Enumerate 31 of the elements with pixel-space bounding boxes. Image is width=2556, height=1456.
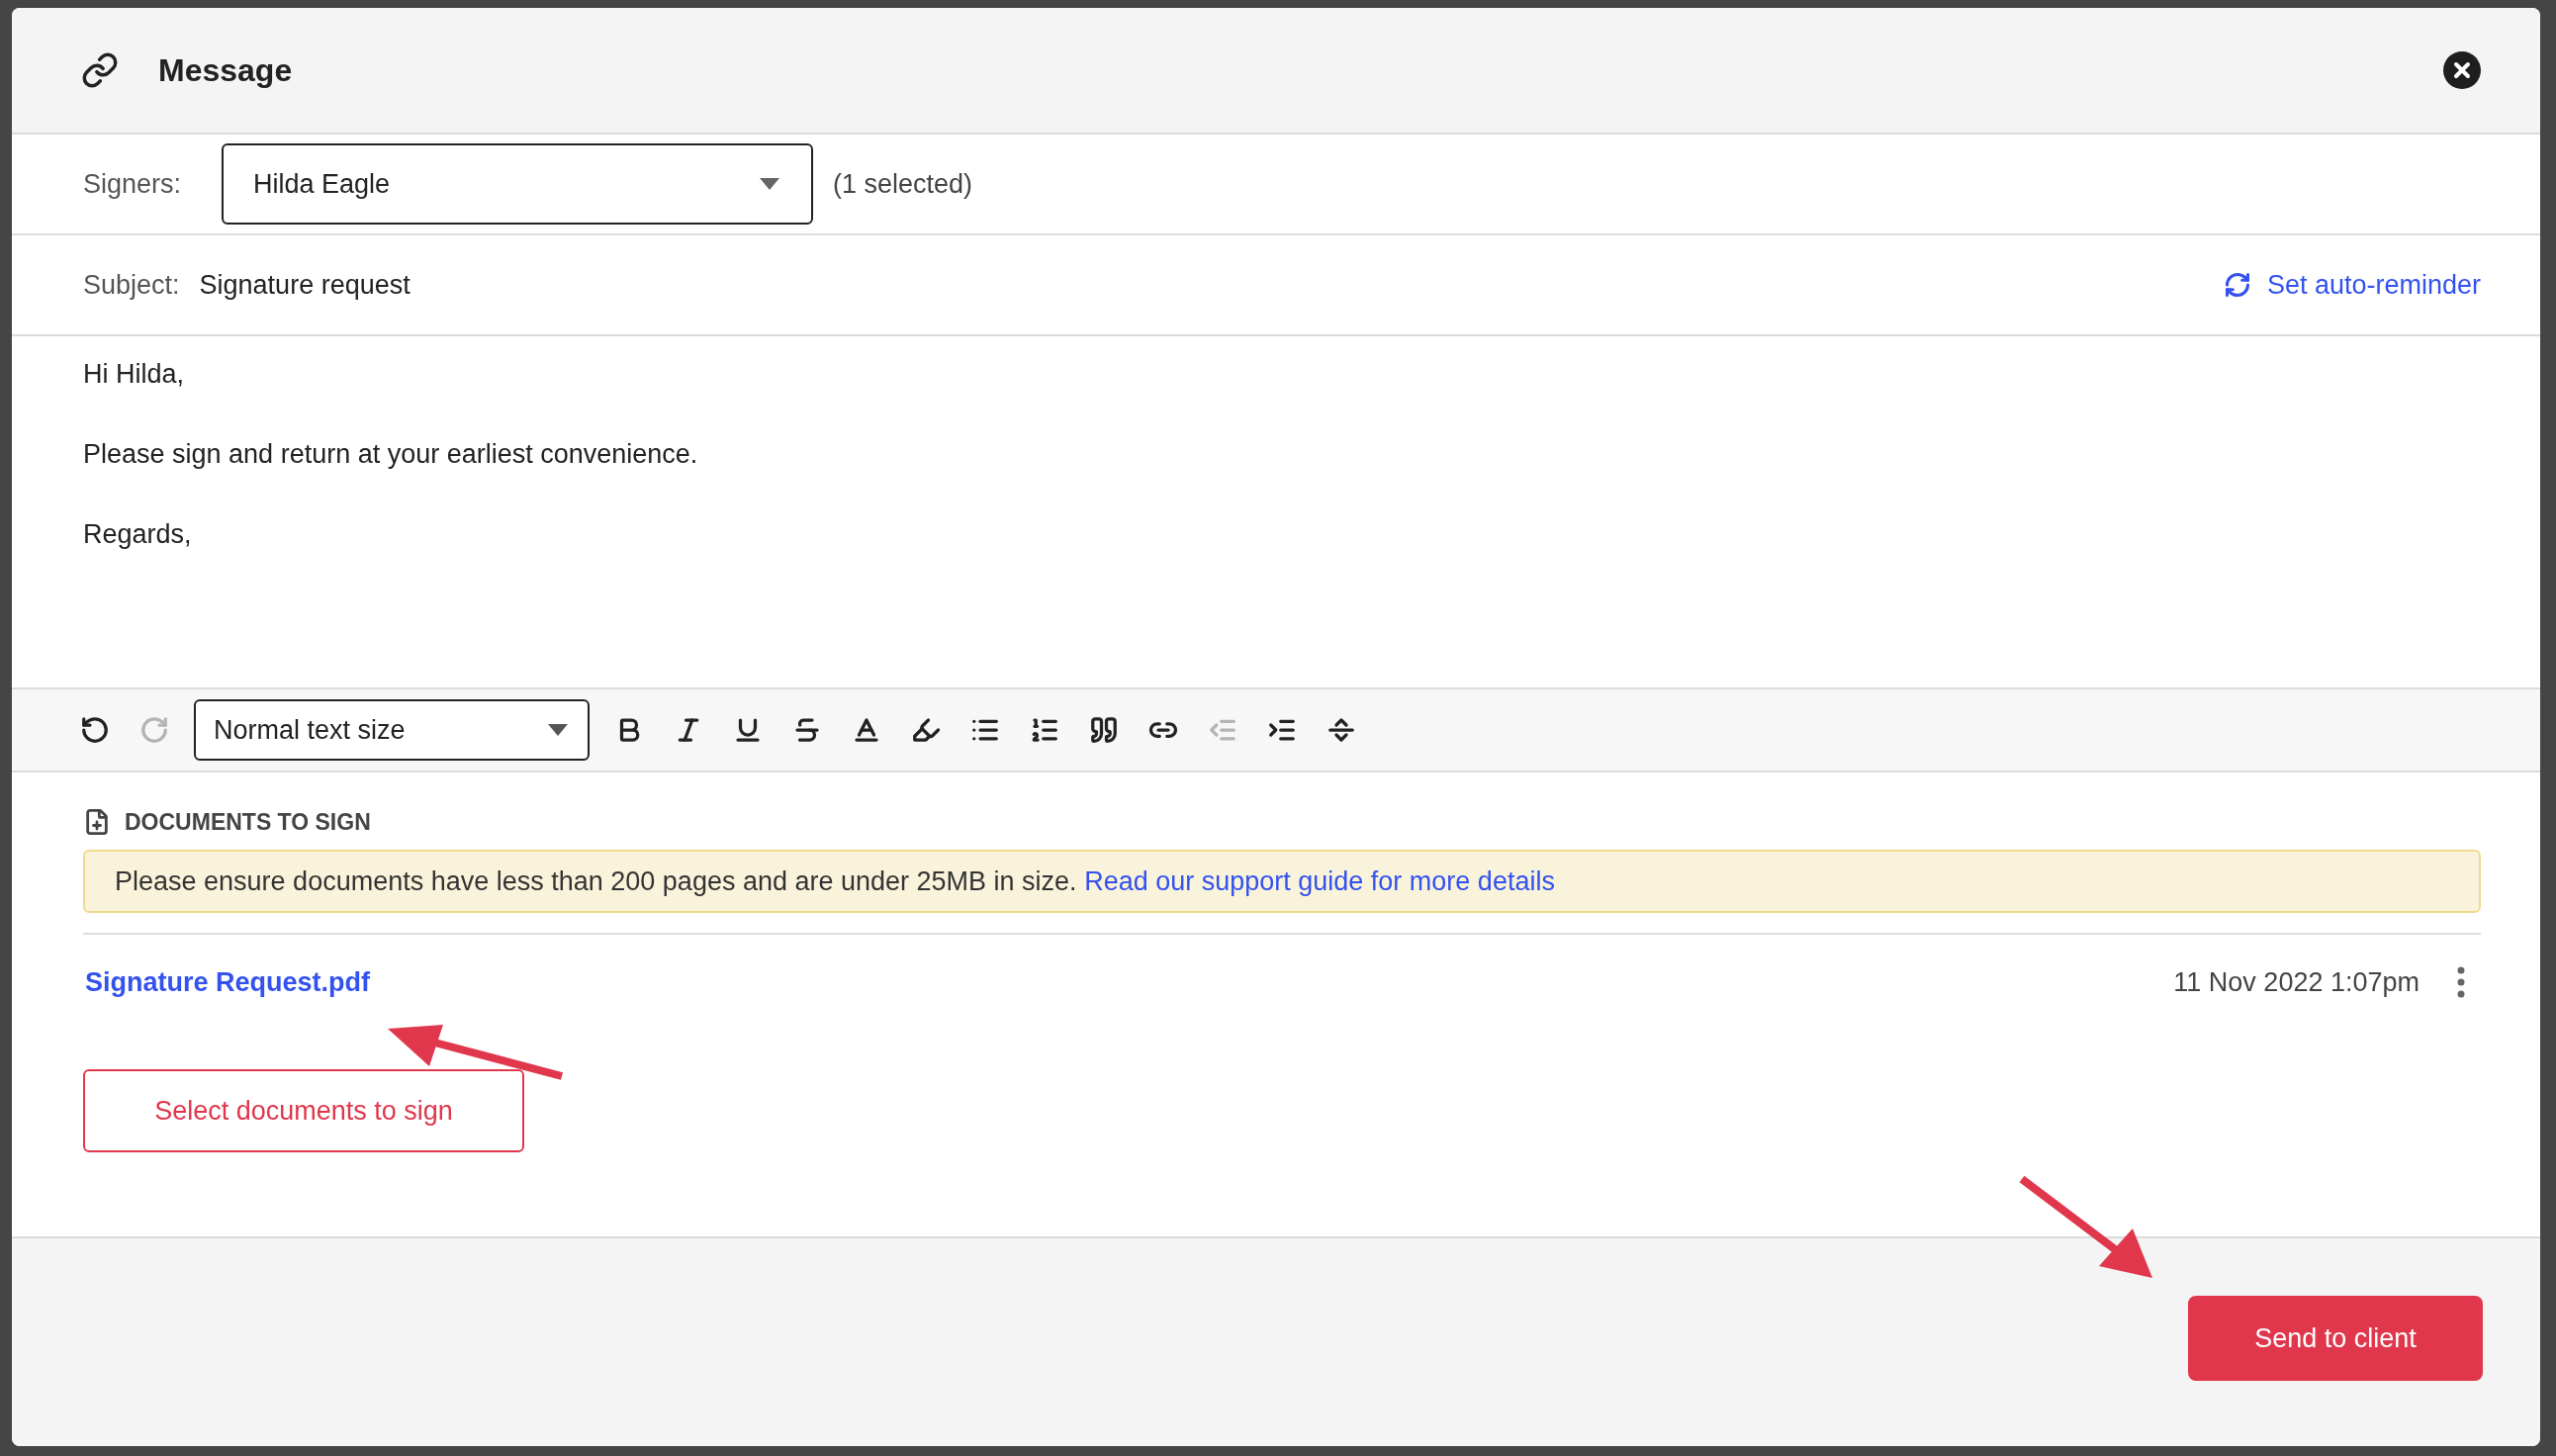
more-icon [2456,966,2466,998]
caret-icon [760,178,779,190]
subject-label: Subject: [83,269,180,301]
auto-reminder-link[interactable]: Set auto-reminder [2223,269,2481,301]
subject-value: Signature request [199,269,411,301]
signers-label: Signers: [83,168,183,200]
link-icon [81,51,119,89]
file-date: 11 Nov 2022 1:07pm [2173,966,2419,998]
file-link[interactable]: Signature Request.pdf [83,966,371,998]
support-guide-link[interactable]: Read our support guide for more details [1084,865,1555,896]
message-paragraph: Regards, [83,518,193,551]
redo-icon [139,715,169,745]
select-documents-button[interactable]: Select documents to sign [83,1069,524,1152]
document-icon [83,808,111,836]
caret-icon [548,724,568,736]
message-paragraph: Hi Hilda, [83,358,186,391]
undo-icon [80,715,110,745]
signers-dropdown[interactable]: Hilda Eagle [222,143,813,225]
notice-text: Please ensure documents have less than 200 pages and are under 25MB in size. Read our support guide for more details [115,865,1555,897]
send-button[interactable]: Send to client [2188,1296,2483,1381]
numbers-icon [1030,715,1059,745]
message-paragraph: Please sign and return at your earliest convenience. [83,438,699,471]
close-button[interactable] [2443,51,2481,89]
documents-heading: DOCUMENTS TO SIGN [125,808,371,836]
quote-icon [1089,715,1119,745]
highlight-icon [911,715,941,745]
dialog-title: Message [158,51,294,89]
selected-count: (1 selected) [833,168,973,200]
refresh-icon [2223,271,2251,299]
rule-icon [1326,715,1356,745]
text-size-dropdown[interactable]: Normal text size [194,699,590,761]
